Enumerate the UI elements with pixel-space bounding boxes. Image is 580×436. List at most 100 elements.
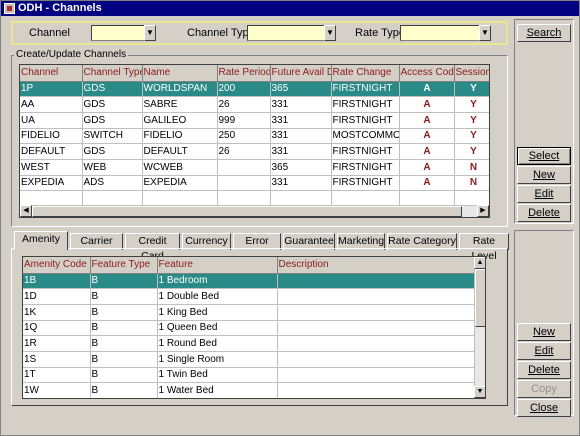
column-header[interactable]: Rate Change — [331, 65, 400, 82]
table-cell: B — [90, 367, 158, 384]
table-cell: SABRE — [142, 96, 218, 113]
table-row[interactable]: 1Q B 1 Queen Bed — [23, 320, 475, 337]
scroll-thumb[interactable] — [32, 206, 462, 217]
channel-dropdown-button[interactable]: ▼ — [144, 25, 156, 41]
search-button[interactable]: Search — [517, 24, 571, 42]
column-header[interactable]: Future Avail Da — [270, 65, 332, 82]
new-amenity-button[interactable]: New — [517, 323, 571, 341]
column-header[interactable]: Channel — [20, 65, 83, 82]
table-row[interactable]: FIDELIOSWITCHFIDELIO250331MOSTCOMMONIAY — [20, 128, 489, 145]
table-cell: WCWEB — [142, 159, 218, 176]
scroll-up-icon[interactable]: ▲ — [474, 257, 485, 269]
table-cell: B — [90, 351, 158, 368]
table-row[interactable]: AA GDS SABRE 26 331 FIRSTNIGHT A Y — [20, 96, 489, 113]
table-cell: GDS — [82, 112, 143, 129]
scroll-down-icon[interactable]: ▼ — [474, 386, 485, 398]
table-cell: B — [90, 320, 158, 337]
table-cell: B — [90, 288, 158, 305]
table-cell: FIRSTNIGHT — [331, 81, 400, 98]
column-header[interactable]: Amenity Code — [23, 257, 91, 274]
rate-type-dropdown-button[interactable]: ▼ — [479, 25, 491, 41]
table-cell: 200 — [217, 81, 271, 98]
column-header[interactable]: Feature — [157, 257, 278, 274]
table-cell: N — [454, 175, 489, 192]
table-cell: 1Q — [23, 320, 91, 337]
edit-channel-button[interactable]: Edit — [517, 185, 571, 203]
channels-horizontal-scrollbar[interactable]: ◀ ▶ — [20, 205, 489, 217]
new-channel-button[interactable]: New — [517, 166, 571, 184]
column-header[interactable]: Access Code — [399, 65, 455, 82]
table-cell — [277, 382, 475, 398]
column-header[interactable]: Description — [277, 257, 475, 274]
edit-amenity-button[interactable]: Edit — [517, 342, 571, 360]
table-row[interactable]: 1B B 1 Bedroom — [23, 273, 475, 290]
channel-type-dropdown-button[interactable]: ▼ — [324, 25, 336, 41]
delete-channel-button[interactable]: Delete — [517, 204, 571, 222]
table-row[interactable]: WEST WEB WCWEB 365 FIRSTNIGHT A N — [20, 159, 489, 176]
chevron-down-icon: ▼ — [481, 28, 489, 37]
delete-amenity-button[interactable]: Delete — [517, 361, 571, 379]
table-cell: SWITCH — [82, 128, 143, 145]
channels-header-row: ChannelChannel TypeNameRate PeriodsFutur… — [20, 65, 489, 82]
column-header[interactable]: Feature Type — [90, 257, 158, 274]
table-cell — [277, 273, 475, 290]
table-cell: N — [454, 159, 489, 176]
table-cell: 1 Twin Bed — [157, 367, 278, 384]
table-cell: 1 King Bed — [157, 304, 278, 321]
table-cell: 1 Water Bed — [157, 382, 278, 398]
table-row[interactable]: 1T B 1 Twin Bed — [23, 367, 475, 384]
table-cell: FIRSTNIGHT — [331, 112, 400, 129]
select-button[interactable]: Select — [517, 147, 571, 165]
table-cell: A — [399, 159, 455, 176]
table-cell: 1 Round Bed — [157, 335, 278, 352]
table-row[interactable]: 1P GDS WORLDSPAN 200 365 FIRSTNIGHT A Y — [20, 81, 489, 98]
table-row[interactable]: DEFAULT GDS DEFAULT 26 331 FIRSTNIGHT A Y — [20, 143, 489, 160]
table-row[interactable]: 1R B 1 Round Bed — [23, 335, 475, 352]
column-header[interactable]: Session — [454, 65, 489, 82]
chevron-down-icon: ▼ — [326, 28, 334, 37]
table-cell: Y — [454, 81, 489, 98]
filter-bar: Channel ▼ Channel Type ▼ Rate Type ▼ — [11, 21, 508, 45]
column-header[interactable]: Rate Periods — [217, 65, 271, 82]
table-cell: 365 — [270, 81, 332, 98]
table-cell: GDS — [82, 143, 143, 160]
table-cell: 1W — [23, 382, 91, 398]
table-cell — [277, 304, 475, 321]
table-cell: 1 Single Room — [157, 351, 278, 368]
table-cell: FIDELIO — [20, 128, 83, 145]
table-cell: 331 — [270, 128, 332, 145]
column-header[interactable]: Name — [142, 65, 218, 82]
table-row[interactable]: 1D B 1 Double Bed — [23, 288, 475, 305]
table-cell: Y — [454, 96, 489, 113]
table-cell: WORLDSPAN — [142, 81, 218, 98]
table-cell: 250 — [217, 128, 271, 145]
scroll-right-icon[interactable]: ▶ — [477, 205, 489, 217]
table-row[interactable]: UA GDS GALILEO 999 331 FIRSTNIGHT A Y — [20, 112, 489, 129]
table-row[interactable]: 1S B 1 Single Room — [23, 351, 475, 368]
table-row[interactable]: 1K B 1 King Bed — [23, 304, 475, 321]
table-cell: 999 — [217, 112, 271, 129]
copy-button[interactable]: Copy — [517, 380, 571, 398]
tab-amenity[interactable]: Amenity — [14, 231, 68, 250]
table-cell: WEB — [82, 159, 143, 176]
table-cell: GDS — [82, 96, 143, 113]
table-cell — [217, 175, 271, 192]
amenity-vertical-scrollbar[interactable]: ▲ ▼ — [474, 257, 485, 398]
table-cell: 1 Bedroom — [157, 273, 278, 290]
scroll-thumb[interactable] — [475, 269, 485, 327]
table-row[interactable]: EXPEDIA ADS EXPEDIA 331 FIRSTNIGHT A N — [20, 175, 489, 192]
table-row[interactable]: 1W B 1 Water Bed — [23, 382, 475, 398]
close-button[interactable]: Close — [517, 399, 571, 417]
table-cell: A — [399, 96, 455, 113]
scroll-left-icon[interactable]: ◀ — [20, 205, 32, 217]
rate-type-field[interactable] — [400, 25, 490, 41]
table-cell: UA — [20, 112, 83, 129]
column-header[interactable]: Channel Type — [82, 65, 143, 82]
table-cell: FIDELIO — [142, 128, 218, 145]
channel-type-field[interactable] — [247, 25, 335, 41]
table-cell: 331 — [270, 112, 332, 129]
app-icon — [4, 3, 15, 14]
table-cell — [217, 159, 271, 176]
table-cell: A — [399, 128, 455, 145]
table-cell — [277, 288, 475, 305]
